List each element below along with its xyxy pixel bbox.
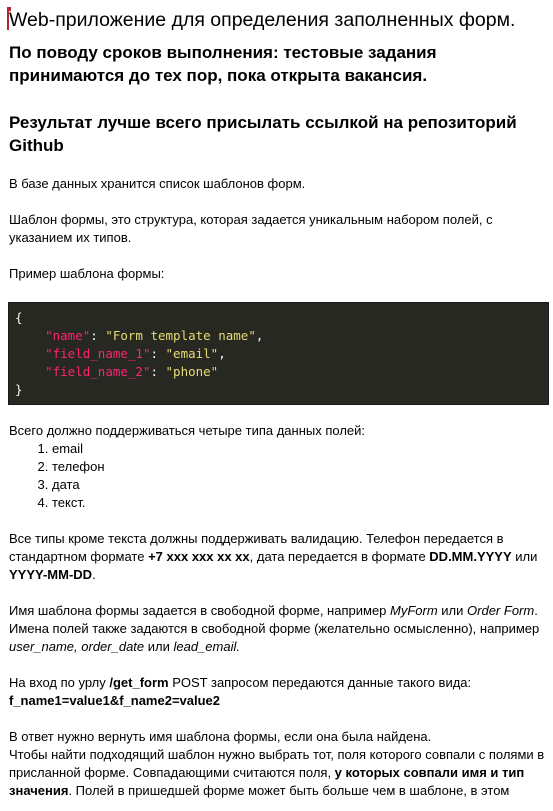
list-item: email bbox=[52, 440, 105, 458]
names-paragraph: Имя шаблона формы задается в свободной ф… bbox=[9, 603, 540, 654]
example-paragraph: Пример шаблона формы: bbox=[9, 266, 165, 281]
list-item: текст. bbox=[52, 494, 105, 512]
validation-paragraph: Все типы кроме текста должны поддерживат… bbox=[9, 531, 538, 582]
page-title: Web-приложение для определения заполненн… bbox=[9, 9, 516, 31]
list-item: телефон bbox=[52, 458, 105, 476]
list-item: дата bbox=[52, 476, 105, 494]
code-line: "field_name_2": "phone" bbox=[45, 364, 219, 379]
code-line: "name": "Form template name", bbox=[45, 328, 264, 343]
types-intro: Всего должно поддерживаться четыре типа … bbox=[9, 423, 366, 438]
deadline-heading: По поводу сроков выполнения: тестовые за… bbox=[9, 43, 437, 85]
result-heading: Результат лучше всего присылать ссылкой … bbox=[9, 113, 517, 155]
types-list: email телефон дата текст. bbox=[9, 440, 105, 512]
code-line: } bbox=[15, 382, 23, 397]
code-line: "field_name_1": "email", bbox=[45, 346, 226, 361]
db-paragraph: В базе данных хранится список шаблонов ф… bbox=[9, 176, 306, 191]
code-block: { "name": "Form template name", "field_n… bbox=[8, 302, 549, 405]
template-paragraph: Шаблон формы, это структура, которая зад… bbox=[9, 212, 493, 245]
input-paragraph: На вход по урлу /get_form POST запросом … bbox=[9, 675, 472, 708]
answer-paragraph: В ответ нужно вернуть имя шаблона формы,… bbox=[9, 729, 545, 798]
code-line: { bbox=[15, 310, 23, 325]
